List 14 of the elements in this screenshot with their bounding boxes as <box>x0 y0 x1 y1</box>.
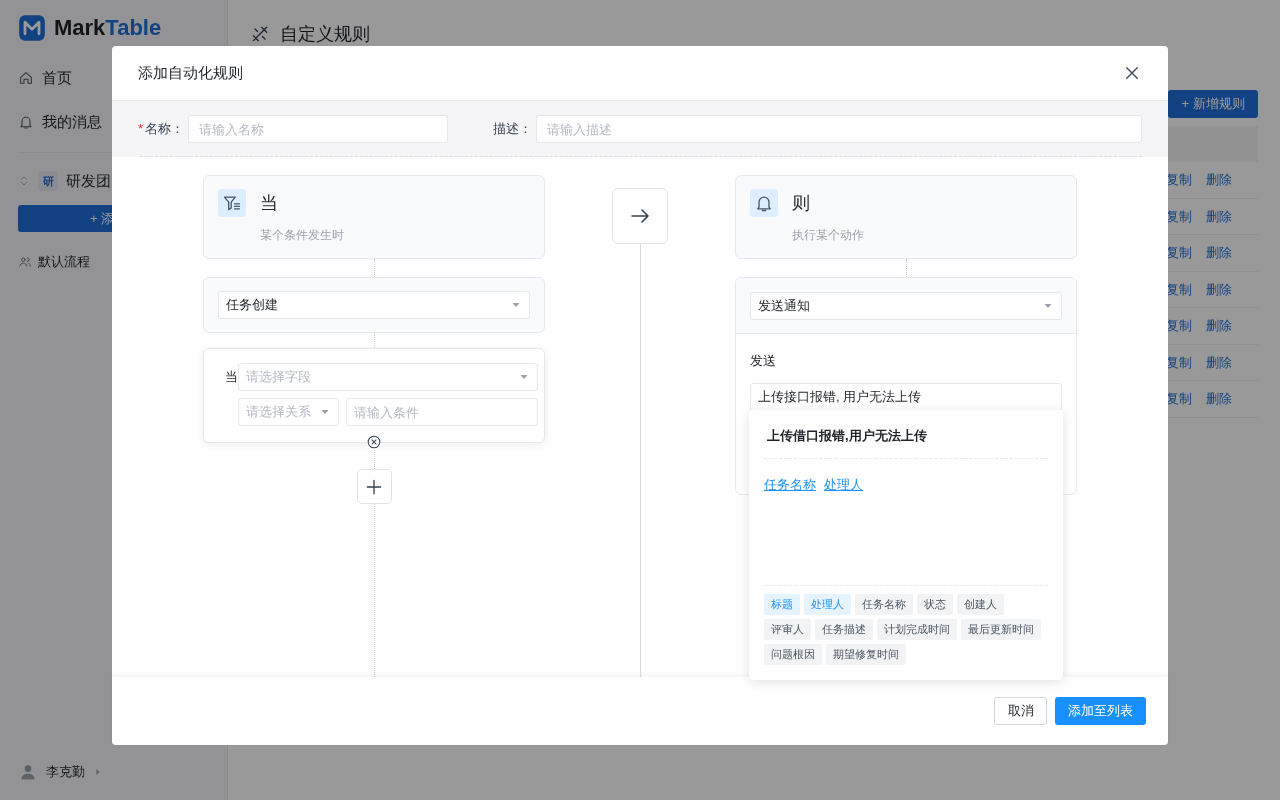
action-title: 则 <box>792 191 810 215</box>
dialog-title: 添加自动化规则 <box>138 62 243 83</box>
trigger-subtitle: 某个条件发生时 <box>260 227 345 244</box>
team-badge: 研 <box>38 171 58 191</box>
popup-title: 上传借口报错,用户无法上传 <box>766 427 928 445</box>
name-label: 名称： <box>145 120 185 139</box>
required-mark: * <box>138 120 144 139</box>
trigger-title: 当 <box>260 191 278 215</box>
logo-text: MarkTable <box>54 17 162 39</box>
description-label: 描述： <box>493 120 533 139</box>
page-title: 自定义规则 <box>280 22 370 46</box>
send-label: 发送 <box>750 352 777 370</box>
action-subtitle: 执行某个动作 <box>792 227 865 244</box>
condition-label: 当 <box>225 368 238 386</box>
